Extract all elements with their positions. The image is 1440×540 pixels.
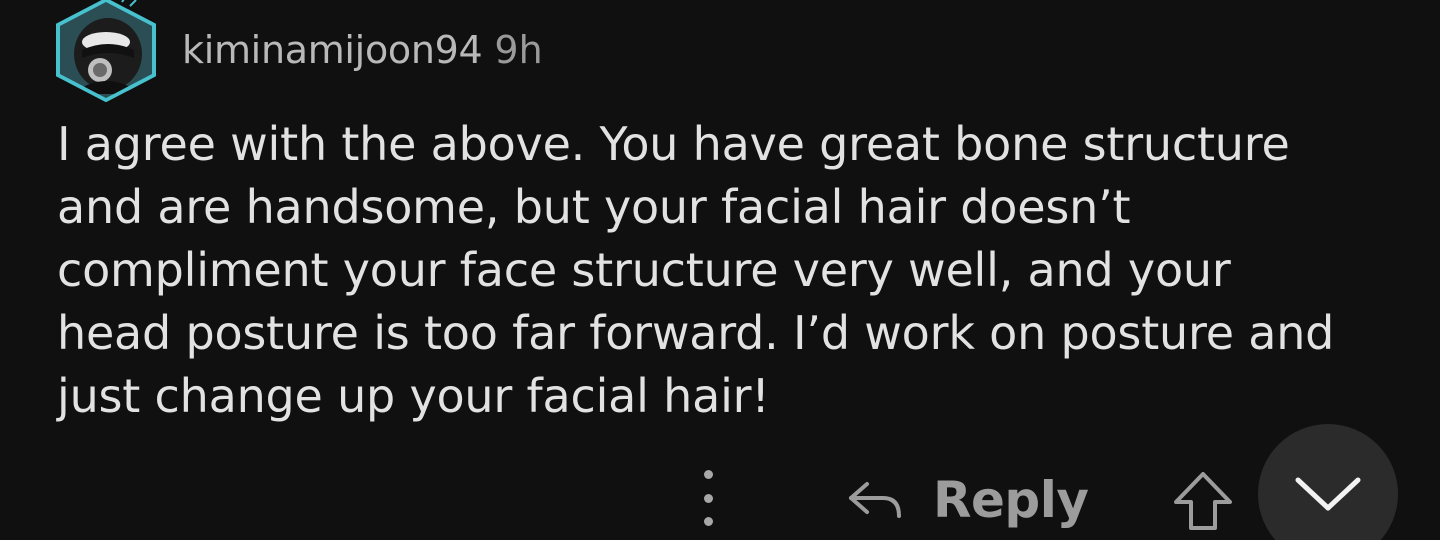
comment-author[interactable]: kiminamijoon94	[182, 28, 483, 72]
chevron-down-icon	[1295, 477, 1361, 511]
reply-label: Reply	[933, 471, 1089, 529]
vertical-ellipsis-icon-dot	[703, 517, 713, 526]
reply-arrow-icon	[849, 482, 901, 518]
comment: kiminamijoon94 9h I agree with the above…	[0, 0, 1440, 540]
vertical-ellipsis-icon	[703, 470, 713, 479]
reply-button[interactable]: Reply	[845, 470, 1089, 530]
comment-actions: Reply	[0, 424, 1440, 540]
vertical-ellipsis-icon-dot	[703, 493, 713, 503]
comment-timestamp: 9h	[494, 28, 543, 72]
comment-body: I agree with the above. You have great b…	[57, 117, 1335, 423]
upvote-arrow-icon[interactable]	[1170, 468, 1236, 534]
avatar[interactable]	[52, 0, 160, 102]
downvote-button[interactable]	[1258, 424, 1398, 540]
comment-header: kiminamijoon94 9h	[52, 0, 543, 102]
more-options-button[interactable]	[690, 470, 726, 526]
